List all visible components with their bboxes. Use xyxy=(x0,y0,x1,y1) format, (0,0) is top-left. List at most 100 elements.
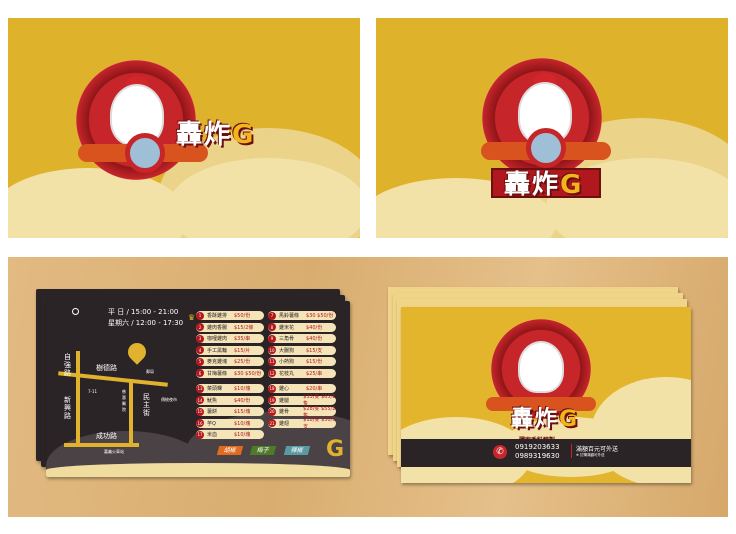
landmark: 郵局 xyxy=(146,369,154,374)
item-price: $18/隻 $50/3支 xyxy=(303,417,336,430)
item-name: 雞米花 xyxy=(279,324,295,331)
hours-weekday: 平 日 / 15:00 - 21:00 xyxy=(108,308,179,316)
menu-item: 21 雞翅 $18/隻 $50/3支 xyxy=(268,417,336,430)
flavor-label: 梅子 xyxy=(256,447,270,454)
logo-chars: 轟炸 xyxy=(504,170,561,200)
menu-item: 2 雞肉香腸 $15/2條 xyxy=(196,322,264,332)
menu-item: 18 雞心 $20/串 xyxy=(268,384,336,393)
item-name: 大腸狗 xyxy=(279,347,295,354)
item-name: 三角骨 xyxy=(279,336,295,342)
item-number: 6 xyxy=(196,369,204,377)
item-price: $40/份 xyxy=(306,324,323,331)
item-number: 14 xyxy=(196,396,204,404)
item-price: $15/片 xyxy=(234,347,251,354)
flavor-pepper: 胡椒 xyxy=(216,446,244,455)
logo-text: 轟炸G xyxy=(176,114,255,151)
item-name: 雞翅 xyxy=(279,420,290,427)
logo-g-mark: G xyxy=(326,437,345,462)
crown-icon: ♛ xyxy=(188,313,196,322)
item-name: 雞心 xyxy=(279,386,290,392)
item-name: 小熱狗 xyxy=(279,359,295,365)
delivery-text: 滿額百元可外送 xyxy=(576,446,619,453)
item-price: $40/份 xyxy=(234,397,251,404)
menu-item: 3 咖哩雞肉 $35/串 xyxy=(196,334,264,343)
menu-item: 15 薯餅 $15/塊 xyxy=(196,407,264,416)
item-name: 雞腿 xyxy=(279,397,290,404)
road-label: 自強路 xyxy=(64,353,71,377)
menu-item: 10 大腸狗 $15/支 xyxy=(268,345,336,355)
road-label: 成功路 xyxy=(96,432,117,440)
item-number: 18 xyxy=(268,384,276,393)
item-price: $35/串 xyxy=(234,336,251,342)
item-number: 10 xyxy=(268,346,276,354)
menu-item: 12 花枝丸 $25/串 xyxy=(268,368,336,378)
phone-icon: ✆ xyxy=(493,445,507,459)
menu-item: 20 雞骨 $28/隻 $55/2隻 xyxy=(268,406,336,419)
item-price: $10/塊 xyxy=(234,432,251,438)
item-name: 麥克雞塊 xyxy=(207,359,228,365)
item-price: $10/塊 xyxy=(234,386,251,392)
item-name: 手工黑輪 xyxy=(207,347,228,354)
item-name: 咖哩雞肉 xyxy=(207,336,228,342)
item-price: $15/支 xyxy=(306,347,323,354)
flavor-label: 胡椒 xyxy=(223,447,237,454)
menu-item: 16 芋Q $10/塊 xyxy=(196,418,264,428)
menu-item: 1 香酥雞排 $50/份 xyxy=(196,311,264,320)
item-name: 馬鈴薯條 xyxy=(279,313,300,319)
item-number: 1 xyxy=(196,311,204,320)
logo-design-stacked: 轟炸G xyxy=(376,18,728,238)
item-number: 19 xyxy=(268,396,276,404)
landmark: 7-11 xyxy=(88,389,98,394)
menu-item: 11 小熱狗 $15/份 xyxy=(268,357,336,366)
item-name: 香酥雞排 xyxy=(207,313,228,319)
item-name: 米血 xyxy=(207,432,218,438)
item-number: 9 xyxy=(268,334,276,343)
flavor-label: 辣椒 xyxy=(290,447,304,454)
item-price: $15/2條 xyxy=(234,324,254,331)
item-number: 16 xyxy=(196,419,204,427)
delivery-note: ※ 訂購滿額可外送 xyxy=(576,453,605,457)
menu-item: 19 雞腿 $33/隻 $65/2隻 xyxy=(268,394,336,407)
menu-item: 13 菜頭粿 $10/塊 xyxy=(196,384,264,393)
menu-item: 17 米血 $10/塊 xyxy=(196,430,264,439)
item-number: 4 xyxy=(196,346,204,354)
item-price: $40/份 xyxy=(306,336,323,342)
item-price: $25/串 xyxy=(306,370,323,377)
item-number: 2 xyxy=(196,323,204,331)
flavor-chili: 辣椒 xyxy=(283,446,311,455)
item-number: 17 xyxy=(196,430,204,439)
item-name: 薯餅 xyxy=(207,409,218,415)
logo-design-horizontal: 轟炸G xyxy=(8,18,360,238)
menu-item: 7 馬鈴薯條 $30 $50/份 xyxy=(268,311,336,320)
wood-background: 平 日 / 15:00 - 21:00 星期六 / 12:00 - 17:30 自… xyxy=(8,257,728,517)
item-name: 菜頭粿 xyxy=(207,386,223,392)
item-price: $30 $50/份 xyxy=(234,370,262,377)
item-number: 3 xyxy=(196,334,204,343)
clock-icon xyxy=(72,308,79,315)
item-name: 花枝丸 xyxy=(279,370,295,377)
menu-item: 4 手工黑輪 $15/片 xyxy=(196,345,264,355)
business-card-front: 轟炸G 獨家香料醃製 ✆ 0919203633 0989319630 滿額百元可… xyxy=(401,307,691,483)
item-name: 魷魚 xyxy=(207,397,218,404)
item-price: $20/串 xyxy=(306,386,323,392)
item-price: $15/份 xyxy=(306,359,323,365)
contact-band: ✆ 0919203633 0989319630 滿額百元可外送 ※ 訂購滿額可外… xyxy=(401,439,691,467)
location-pin-icon xyxy=(124,339,150,365)
landmark: 嘉義火車站 xyxy=(104,449,124,454)
item-number: 21 xyxy=(268,419,276,427)
item-name: 雞肉香腸 xyxy=(207,324,228,331)
road-label: 新興路 xyxy=(64,396,71,420)
flavor-plum: 梅子 xyxy=(249,446,277,455)
item-price: $30 $50/份 xyxy=(306,313,334,319)
item-price: $50/份 xyxy=(234,313,251,319)
item-name: 甘梅薯條 xyxy=(207,370,228,377)
logo-letter: G xyxy=(559,407,580,432)
item-number: 12 xyxy=(268,369,276,377)
logo-chars: 轟炸 xyxy=(511,407,560,432)
item-price: $25/份 xyxy=(234,359,251,365)
item-number: 7 xyxy=(268,311,276,320)
menu-item: 8 雞米花 $40/份 xyxy=(268,322,336,332)
menu-item: 9 三角骨 $40/份 xyxy=(268,334,336,343)
menu-item: 14 魷魚 $40/份 xyxy=(196,395,264,405)
menu-item: 6 甘梅薯條 $30 $50/份 xyxy=(196,368,264,378)
